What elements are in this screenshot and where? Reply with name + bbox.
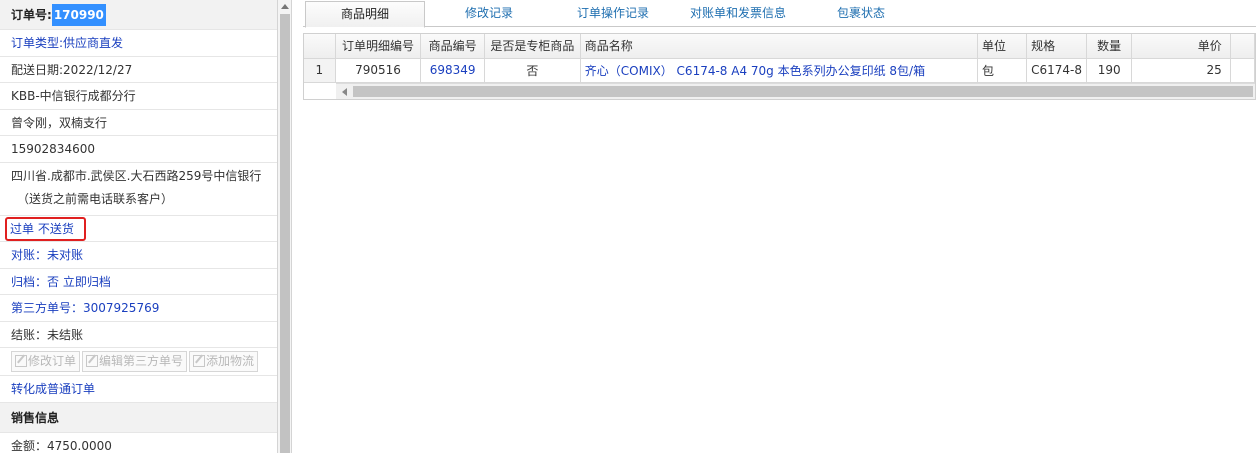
contact-row: 曾令刚，双楠支行 — [0, 110, 277, 136]
contact-text: 曾令刚，双楠支行 — [11, 115, 108, 130]
phone-text: 15902834600 — [11, 142, 95, 156]
branch-text: KBB-中信银行成都分行 — [11, 89, 136, 103]
reconcile-row: 对账：未对账 — [0, 242, 277, 269]
edit-icon — [15, 355, 27, 367]
address-line-2: （送货之前需电话联系客户） — [17, 191, 174, 206]
spec-cell: C6174-8 — [1026, 58, 1088, 83]
phone-row: 15902834600 — [0, 136, 277, 163]
edit-order-label: 修改订单 — [28, 354, 77, 368]
delivery-date-text: 配送日期:2022/12/27 — [11, 62, 133, 77]
filler-cell — [1230, 58, 1255, 83]
tab-statement-invoice[interactable]: 对账单和发票信息 — [683, 1, 793, 27]
amount-row: 金额：4750.0000 — [0, 433, 277, 453]
header-quantity[interactable]: 数量 — [1086, 34, 1133, 59]
address-row: 四川省.成都市.武侯区.大石西路259号中信银行 （送货之前需电话联系客户） — [0, 163, 277, 216]
scrollbar-thumb[interactable] — [280, 14, 290, 453]
order-info-panel: 订单号: 170990 订单类型:供应商直发 配送日期:2022/12/27 KB… — [0, 0, 278, 453]
detail-panel: 商品明细 修改记录 订单操作记录 对账单和发票信息 包裹状态 订单明细编号 商品… — [303, 0, 1256, 453]
third-party-row: 第三方单号：3007925769 — [0, 295, 277, 322]
header-spec[interactable]: 规格 — [1026, 34, 1088, 59]
delivery-date-row: 配送日期:2022/12/27 — [0, 57, 277, 83]
tab-operation-log[interactable]: 订单操作记录 — [563, 1, 663, 27]
tab-package-status[interactable]: 包裹状态 — [823, 1, 899, 27]
tab-edit-history[interactable]: 修改记录 — [443, 1, 535, 27]
order-type-text: 订单类型:供应商直发 — [11, 36, 124, 50]
is-counter-cell: 否 — [484, 58, 581, 83]
convert-link[interactable]: 转化成普通订单 — [11, 382, 95, 396]
header-filler — [1230, 34, 1255, 59]
table-row[interactable]: 1 790516 698349 否 齐心（COMIX） C6174-8 A4 7… — [304, 58, 1255, 83]
sales-section-header: 销售信息 — [0, 402, 277, 433]
add-logistics-button[interactable]: 添加物流 — [189, 351, 259, 372]
archive-row[interactable]: 归档：否 立即归档 — [0, 269, 277, 295]
scroll-up-icon[interactable] — [281, 4, 289, 9]
product-no-link[interactable]: 698349 — [420, 58, 485, 83]
amount-text: 金额：4750.0000 — [11, 438, 112, 453]
edit-icon — [86, 355, 99, 367]
order-number-value[interactable]: 170990 — [51, 4, 106, 26]
tab-product-details[interactable]: 商品明细 — [305, 1, 425, 28]
product-grid: 订单明细编号 商品编号 是否是专柜商品 商品名称 单位 规格 数量 单价 1 7… — [303, 33, 1256, 100]
product-table: 订单明细编号 商品编号 是否是专柜商品 商品名称 单位 规格 数量 单价 1 7… — [304, 34, 1255, 83]
archive-text[interactable]: 归档：否 立即归档 — [11, 275, 111, 289]
settlement-row: 结账：未结账 — [0, 322, 277, 348]
address-line-1: 四川省.成都市.武侯区.大石西路259号中信银行 — [11, 168, 262, 183]
edit-icon — [193, 355, 206, 367]
unit-price-cell: 25 — [1131, 58, 1231, 83]
action-buttons-row: 修改订单 编辑第三方单号 添加物流 — [0, 348, 277, 376]
horizontal-scrollbar-thumb[interactable] — [353, 86, 1253, 97]
order-number-label: 订单号: — [11, 8, 52, 22]
table-header-row: 订单明细编号 商品编号 是否是专柜商品 商品名称 单位 规格 数量 单价 — [304, 34, 1255, 59]
product-name-link[interactable]: 齐心（COMIX） C6174-8 A4 70g 本色系列办公复印纸 8包/箱 — [580, 58, 979, 83]
header-detail-no[interactable]: 订单明细编号 — [335, 34, 422, 59]
third-party-text: 第三方单号：3007925769 — [11, 301, 160, 315]
reconcile-text: 对账：未对账 — [11, 248, 84, 262]
detail-no-cell: 790516 — [335, 58, 422, 83]
tab-bar: 商品明细 修改记录 订单操作记录 对账单和发票信息 包裹状态 — [303, 0, 1256, 28]
flag-highlight: 过单 不送货 — [5, 216, 86, 241]
header-product-no[interactable]: 商品编号 — [420, 34, 485, 59]
order-number-row: 订单号: 170990 — [0, 0, 277, 30]
header-unit[interactable]: 单位 — [977, 34, 1028, 59]
sales-section-title: 销售信息 — [11, 410, 60, 425]
row-number-cell: 1 — [304, 58, 336, 83]
vertical-scrollbar[interactable] — [278, 0, 292, 453]
edit-third-party-label: 编辑第三方单号 — [99, 354, 184, 368]
edit-order-button[interactable]: 修改订单 — [11, 351, 81, 372]
header-row-number — [304, 34, 336, 59]
settlement-text: 结账：未结账 — [11, 327, 84, 342]
header-product-name[interactable]: 商品名称 — [580, 34, 979, 59]
order-type-row: 订单类型:供应商直发 — [0, 30, 277, 57]
unit-cell: 包 — [977, 58, 1028, 83]
edit-third-party-button[interactable]: 编辑第三方单号 — [82, 351, 188, 372]
header-is-counter[interactable]: 是否是专柜商品 — [484, 34, 581, 59]
scroll-left-icon[interactable] — [342, 88, 347, 96]
branch-row: KBB-中信银行成都分行 — [0, 83, 277, 110]
quantity-cell: 190 — [1086, 58, 1133, 83]
add-logistics-label: 添加物流 — [206, 354, 255, 368]
horizontal-scrollbar[interactable] — [336, 83, 1255, 99]
flag-row: 过单 不送货 — [0, 216, 277, 242]
header-unit-price[interactable]: 单价 — [1131, 34, 1231, 59]
convert-row[interactable]: 转化成普通订单 — [0, 376, 277, 403]
